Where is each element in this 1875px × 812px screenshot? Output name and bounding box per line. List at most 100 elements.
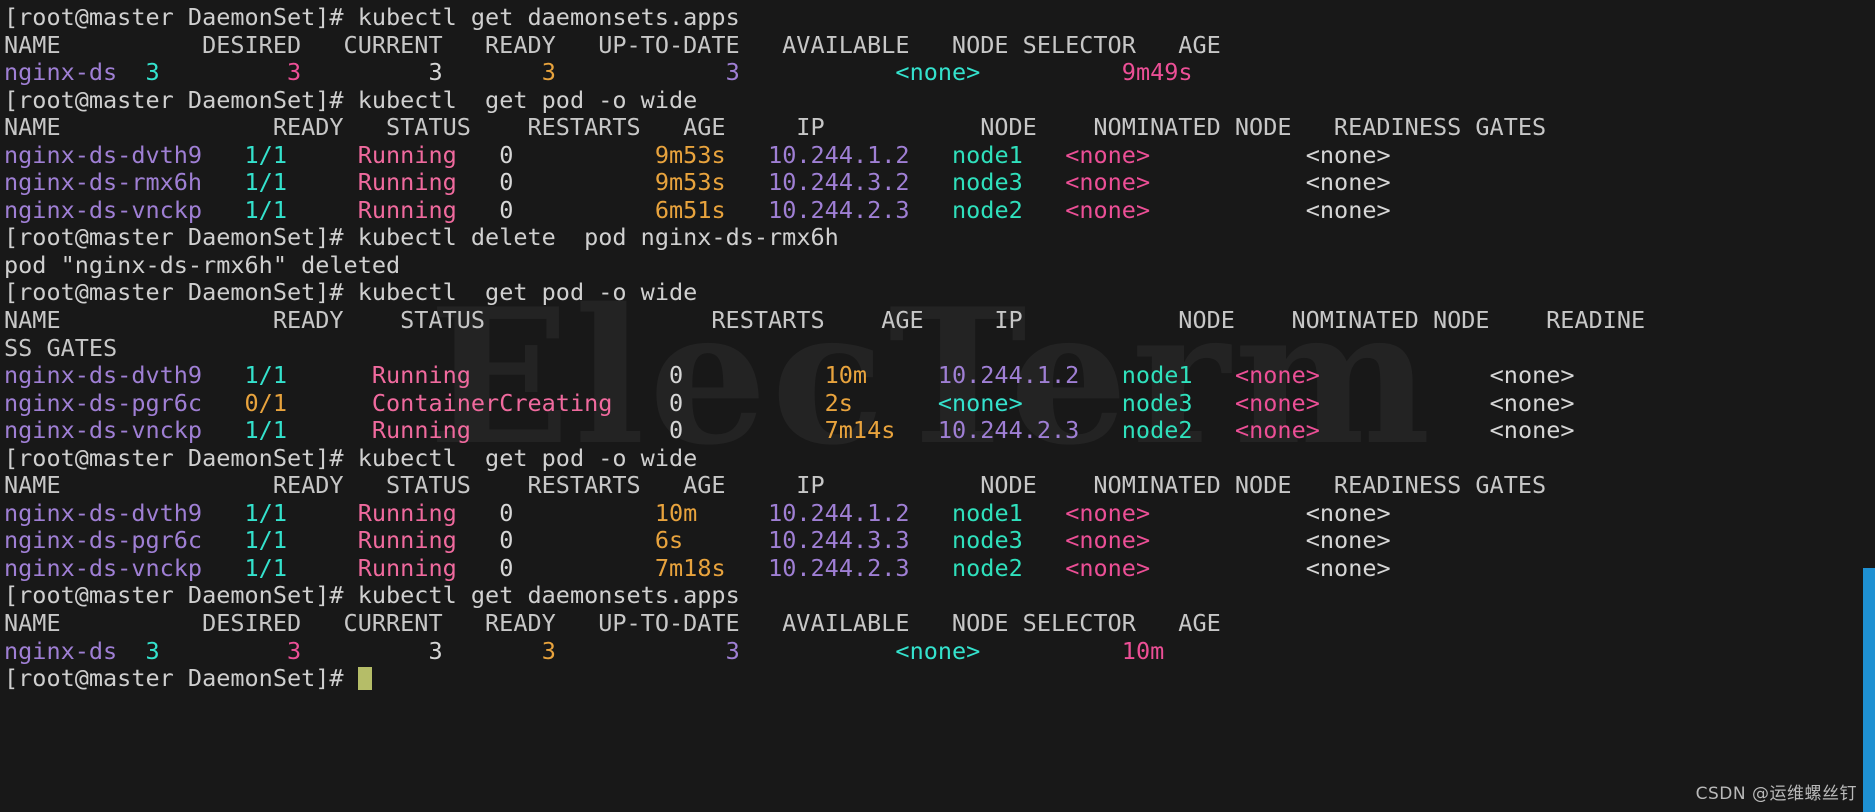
text-span: node2 bbox=[952, 553, 1023, 582]
text-span: 10.244.1.2 bbox=[937, 361, 1080, 390]
text-span: [root@master DaemonSet]# bbox=[4, 581, 358, 610]
text-span: 0 bbox=[669, 416, 684, 445]
text-span bbox=[202, 196, 244, 224]
text-span bbox=[160, 637, 287, 665]
text-span: Running bbox=[357, 168, 457, 197]
text-span: nginx-ds-vnckp bbox=[4, 553, 203, 582]
text-span: 7m14s bbox=[824, 416, 896, 445]
text-span bbox=[287, 141, 358, 169]
text-span bbox=[980, 637, 1121, 665]
text-span: kubectl get daemonsets.apps bbox=[357, 581, 740, 610]
text-span: kubectl get pod -o wide bbox=[357, 278, 698, 307]
text-span bbox=[513, 554, 654, 582]
text-span: node3 bbox=[1121, 388, 1193, 417]
text-span: 3 bbox=[725, 58, 740, 87]
text-span: nginx-ds-rmx6h bbox=[4, 168, 203, 197]
text-span: [root@master DaemonSet]# bbox=[4, 278, 358, 307]
text-span: 3 bbox=[145, 58, 160, 87]
text-span: Running bbox=[371, 361, 471, 390]
text-span: <none> bbox=[895, 58, 981, 87]
text-span bbox=[457, 168, 499, 196]
text-span: nginx-ds-dvth9 bbox=[4, 361, 203, 390]
text-span bbox=[471, 361, 669, 389]
text-span: 0/1 bbox=[244, 388, 287, 417]
text-span bbox=[740, 58, 896, 86]
terminal-window[interactable]: ElecTerm [root@master DaemonSet]# kubect… bbox=[0, 0, 1875, 812]
text-span: Running bbox=[357, 140, 457, 169]
text-span bbox=[726, 196, 768, 224]
text-span: <none> bbox=[1234, 388, 1320, 417]
text-span bbox=[740, 637, 896, 665]
terminal-line-pod-row-dvth9-1: nginx-ds-dvth9 1/1 Running 0 9m53s 10.24… bbox=[4, 140, 1645, 170]
text-span: <none> bbox=[1065, 195, 1151, 224]
text-span bbox=[457, 196, 499, 224]
text-span bbox=[853, 389, 938, 417]
text-span bbox=[287, 168, 358, 196]
text-span bbox=[287, 526, 358, 554]
text-span: 0 bbox=[499, 498, 514, 527]
terminal-line-cmd-get-pod-wide-2: [root@master DaemonSet]# kubectl get pod… bbox=[4, 279, 1645, 307]
text-span: 3 bbox=[541, 58, 556, 87]
text-span: 10.244.3.2 bbox=[768, 168, 910, 197]
text-span bbox=[910, 526, 952, 554]
text-span: 9m49s bbox=[1121, 58, 1193, 87]
terminal-scrollback[interactable]: [root@master DaemonSet]# kubectl get dae… bbox=[0, 0, 1645, 693]
text-span: <none> bbox=[1065, 526, 1151, 555]
text-span: <none> bbox=[1305, 553, 1391, 582]
text-span: 3 bbox=[541, 636, 556, 665]
text-span: 1/1 bbox=[244, 140, 287, 169]
text-span bbox=[287, 416, 372, 444]
terminal-line-ds-header-2: NAME DESIRED CURRENT READY UP-TO-DATE AV… bbox=[4, 609, 1645, 638]
text-span: 1/1 bbox=[244, 553, 287, 582]
text-span: kubectl get pod -o wide bbox=[357, 85, 698, 114]
terminal-line-ds-header-1: NAME DESIRED CURRENT READY UP-TO-DATE AV… bbox=[4, 31, 1645, 60]
text-span: 0 bbox=[499, 526, 514, 555]
text-span bbox=[202, 389, 244, 417]
text-span: 0 bbox=[499, 140, 514, 169]
text-span bbox=[513, 526, 654, 554]
terminal-line-pod-row-pgr6c-3: nginx-ds-pgr6c 1/1 Running 0 6s 10.244.3… bbox=[4, 527, 1645, 555]
text-span bbox=[513, 499, 654, 527]
text-span: node3 bbox=[952, 526, 1023, 555]
text-span: 3 bbox=[428, 636, 443, 665]
text-span: nginx-ds-dvth9 bbox=[4, 498, 203, 527]
text-span bbox=[1150, 554, 1306, 582]
text-span bbox=[202, 554, 244, 582]
text-span: nginx-ds-vnckp bbox=[4, 195, 203, 224]
text-span: 0 bbox=[669, 388, 684, 417]
text-span: 10m bbox=[1121, 636, 1165, 665]
text-span: <none> bbox=[1065, 168, 1151, 197]
text-span: 3 bbox=[725, 636, 740, 665]
text-span bbox=[443, 637, 542, 665]
text-span bbox=[1023, 196, 1065, 224]
text-span: kubectl get pod -o wide bbox=[357, 443, 698, 472]
scrollbar-track[interactable] bbox=[1863, 0, 1875, 812]
text-span bbox=[457, 141, 499, 169]
text-span bbox=[287, 499, 358, 527]
text-span bbox=[1150, 141, 1306, 169]
text-span bbox=[980, 58, 1121, 86]
text-span: node2 bbox=[952, 195, 1023, 224]
text-span bbox=[202, 416, 244, 444]
text-span bbox=[910, 168, 952, 196]
text-span: nginx-ds-vnckp bbox=[4, 416, 203, 445]
text-span bbox=[117, 637, 145, 665]
text-span: [root@master DaemonSet]# bbox=[4, 664, 358, 693]
text-span bbox=[683, 416, 824, 444]
text-span: node2 bbox=[1121, 416, 1193, 445]
text-span: <none> bbox=[895, 636, 981, 665]
text-span: <none> bbox=[1305, 168, 1391, 197]
scrollbar-thumb[interactable] bbox=[1863, 568, 1875, 812]
text-span: kubectl delete pod nginx-ds-rmx6h bbox=[357, 223, 839, 252]
terminal-line-cmd-get-daemonsets-2: [root@master DaemonSet]# kubectl get dae… bbox=[4, 582, 1645, 610]
text-span bbox=[1023, 389, 1122, 417]
text-span bbox=[202, 168, 244, 196]
text-span: [root@master DaemonSet]# bbox=[4, 85, 358, 114]
text-span: nginx-ds bbox=[4, 58, 118, 87]
text-span bbox=[513, 141, 654, 169]
text-span: kubectl get daemonsets.apps bbox=[357, 3, 740, 31]
text-span: 1/1 bbox=[244, 195, 287, 224]
text-span: <none> bbox=[1065, 140, 1151, 169]
text-span: pod "nginx-ds-rmx6h" deleted bbox=[4, 250, 401, 279]
text-span: 3 bbox=[428, 58, 443, 87]
